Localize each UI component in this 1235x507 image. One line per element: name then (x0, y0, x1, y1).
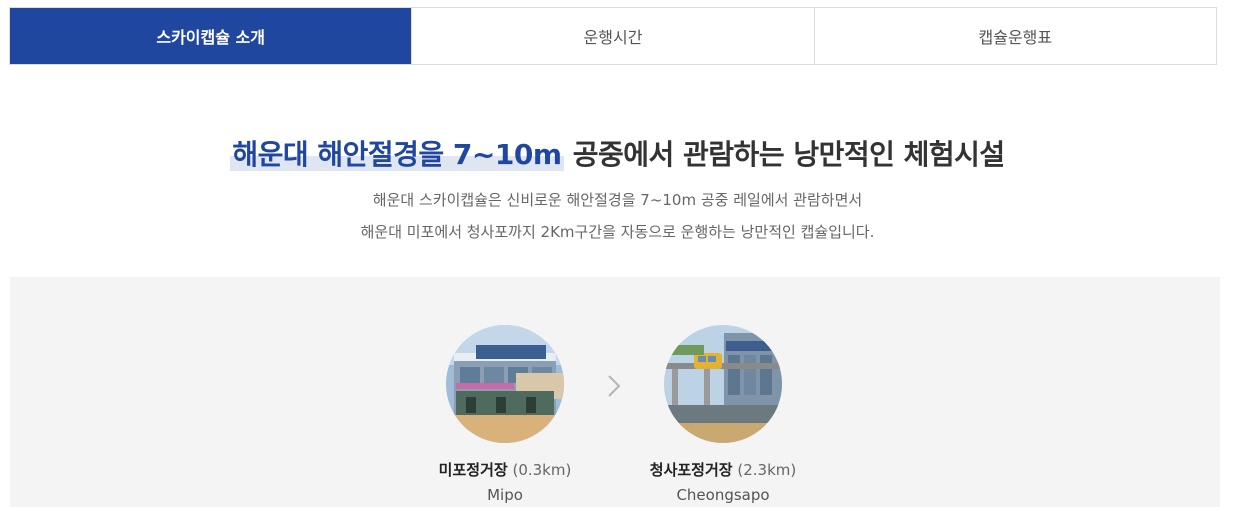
station-mipo: 미포정거장 (0.3km) Mipo (405, 325, 605, 504)
station-english-mipo: Mipo (487, 486, 523, 504)
tab-bar: 스카이캡슐 소개 운행시간 캡슐운행표 (9, 7, 1217, 65)
tab-skycapsule-intro[interactable]: 스카이캡슐 소개 (10, 8, 412, 64)
description-line-1: 해운대 스카이캡슐은 신비로운 해안절경을 7~10m 공중 레일에서 관람하면… (372, 191, 863, 209)
station-distance-mipo: (0.3km) (512, 461, 572, 479)
description-line-2: 해운대 미포에서 청사포까지 2Km구간을 자동으로 운행하는 낭만적인 캡슐입… (360, 223, 875, 241)
station-label-cheongsapo: 청사포정거장 (2.3km) (623, 459, 823, 480)
tab-capsule-timetable[interactable]: 캡슐운행표 (813, 8, 1216, 64)
tab-operating-hours[interactable]: 운행시간 (411, 8, 814, 64)
intro-description: 해운대 스카이캡슐은 신비로운 해안절경을 7~10m 공중 레일에서 관람하면… (0, 184, 1235, 248)
page-headline: 해운대 해안절경을 7~10m 공중에서 관람하는 낭만적인 체험시설 (0, 133, 1235, 173)
headline-rest: 공중에서 관람하는 낭만적인 체험시설 (572, 138, 1005, 171)
station-name-mipo: 미포정거장 (438, 461, 508, 479)
station-english-cheongsapo: Cheongsapo (676, 486, 770, 504)
station-photo-mipo (446, 325, 564, 443)
station-distance-cheongsapo: (2.3km) (737, 461, 797, 479)
chevron-right-icon (607, 374, 621, 404)
station-name-cheongsapo: 청사포정거장 (649, 461, 733, 479)
route-section: 미포정거장 (0.3km) Mipo 청사포정거장 (2.3km) Cheong… (10, 277, 1220, 507)
headline-highlight: 해운대 해안절경을 7~10m (230, 138, 564, 171)
station-photo-cheongsapo (664, 325, 782, 443)
station-label-mipo: 미포정거장 (0.3km) (405, 459, 605, 480)
station-cheongsapo: 청사포정거장 (2.3km) Cheongsapo (623, 325, 823, 504)
